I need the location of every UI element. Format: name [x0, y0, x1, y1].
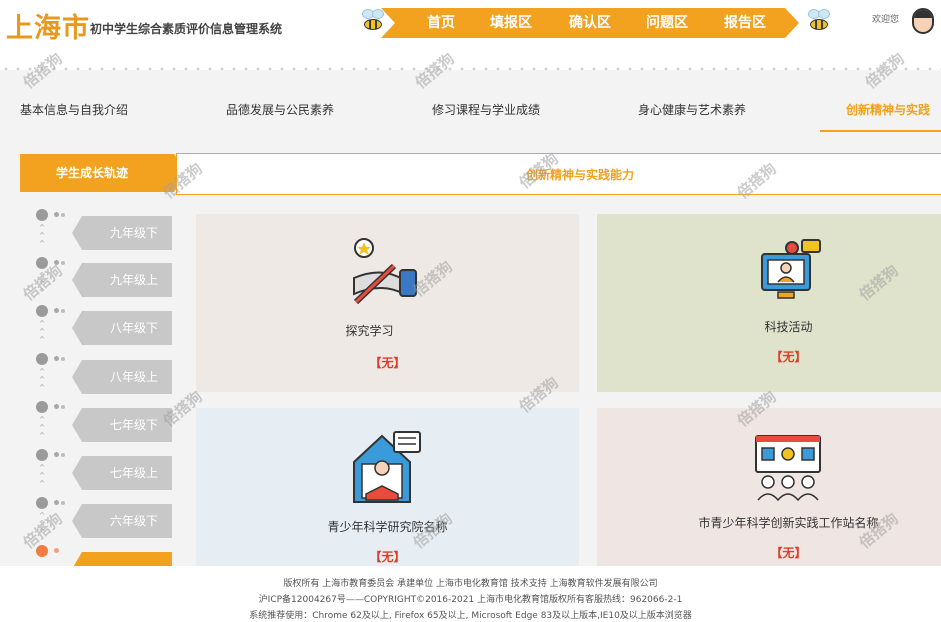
active-tab-underline	[820, 130, 941, 132]
timeline-dot-small	[61, 357, 65, 361]
timeline-dot	[36, 449, 48, 461]
grade-active[interactable]	[72, 552, 172, 586]
timeline-dot-small	[61, 309, 65, 313]
chevron-up-icon: ^ ^ ^	[38, 415, 46, 440]
timeline-dot-small	[54, 500, 59, 505]
timeline-dot-small	[54, 548, 59, 553]
timeline-dot	[36, 353, 48, 365]
footer-copyright: 版权所有 上海市教育委员会 承建单位 上海市电化教育馆 技术支持 上海教育软件发…	[283, 579, 658, 589]
timeline-dot-small	[54, 452, 59, 457]
welcome-text: 欢迎您	[872, 15, 900, 25]
nav-report[interactable]: 报告区	[716, 8, 774, 38]
grade-6-2[interactable]: 六年级下	[72, 504, 172, 538]
dotted-divider	[0, 66, 941, 72]
timeline-dot-small	[61, 405, 65, 409]
footer-browser-note: 系统推荐使用：Chrome 62及以上, Firefox 65及以上, Micr…	[249, 611, 692, 621]
grade-9-1[interactable]: 九年级上	[72, 263, 172, 297]
pen-writing-icon	[353, 238, 417, 305]
timeline-dot-small	[61, 453, 65, 457]
grade-9-2[interactable]: 九年级下	[72, 216, 172, 250]
nav-issues[interactable]: 问题区	[638, 8, 696, 38]
content-title: 创新精神与实践能力	[525, 168, 634, 182]
timeline-dot-small	[61, 213, 65, 217]
timeline-dot-small	[61, 261, 65, 265]
computer-presentation-icon	[761, 239, 821, 299]
tab-courses[interactable]: 修习课程与学业成绩	[432, 101, 540, 118]
card-status: 【无】	[770, 546, 807, 560]
grade-8-1[interactable]: 八年级上	[72, 360, 172, 394]
group-meeting-icon	[755, 435, 821, 502]
card-title: 青少年科学研究院名称	[327, 520, 448, 534]
chevron-up-icon: ^ ^ ^	[38, 319, 46, 344]
chevron-up-icon: ^ ^ ^	[38, 223, 46, 248]
tab-health-art[interactable]: 身心健康与艺术素养	[638, 101, 746, 118]
card-status: 【无】	[369, 550, 406, 564]
tab-basic-info[interactable]: 基本信息与自我介绍	[20, 101, 128, 118]
reading-student-icon	[353, 431, 421, 503]
app-logo[interactable]: 上海市	[6, 6, 90, 45]
timeline-dot	[36, 497, 48, 509]
nav-confirm[interactable]: 确认区	[561, 8, 619, 38]
timeline-dot-small	[54, 308, 59, 313]
sidebar-title: 学生成长轨迹	[20, 154, 186, 192]
footer-icp: 沪ICP备12004267号——COPYRIGHT©2016-2021 上海市电…	[258, 595, 683, 605]
grade-7-2[interactable]: 七年级下	[72, 408, 172, 442]
timeline-dot-small	[61, 501, 65, 505]
nav-ribbon-left	[381, 8, 395, 38]
tab-moral[interactable]: 品德发展与公民素养	[226, 101, 334, 118]
timeline-dot-small	[54, 404, 59, 409]
tab-innovation[interactable]: 创新精神与实践	[846, 101, 941, 118]
card-title: 探究学习	[345, 324, 394, 338]
card-status: 【无】	[770, 350, 807, 364]
timeline-dot	[36, 305, 48, 317]
bee-right-icon	[806, 8, 832, 32]
timeline-dot-small	[54, 212, 59, 217]
nav-fill-in[interactable]: 填报区	[482, 8, 540, 38]
grade-8-2[interactable]: 八年级下	[72, 311, 172, 345]
grade-7-1[interactable]: 七年级上	[72, 456, 172, 490]
chevron-up-icon: ^ ^ ^	[38, 463, 46, 488]
card-title: 科技活动	[764, 320, 813, 334]
timeline-dot	[36, 401, 48, 413]
timeline-dot-small	[54, 356, 59, 361]
timeline-dot	[36, 209, 48, 221]
chevron-up-icon: ^ ^ ^	[38, 367, 46, 392]
card-status: 【无】	[369, 356, 406, 370]
nav-ribbon-right	[785, 8, 799, 38]
user-avatar[interactable]	[912, 8, 934, 34]
app-subtitle: 初中学生综合素质评价信息管理系统	[90, 22, 283, 36]
nav-home[interactable]: 首页	[418, 8, 464, 38]
